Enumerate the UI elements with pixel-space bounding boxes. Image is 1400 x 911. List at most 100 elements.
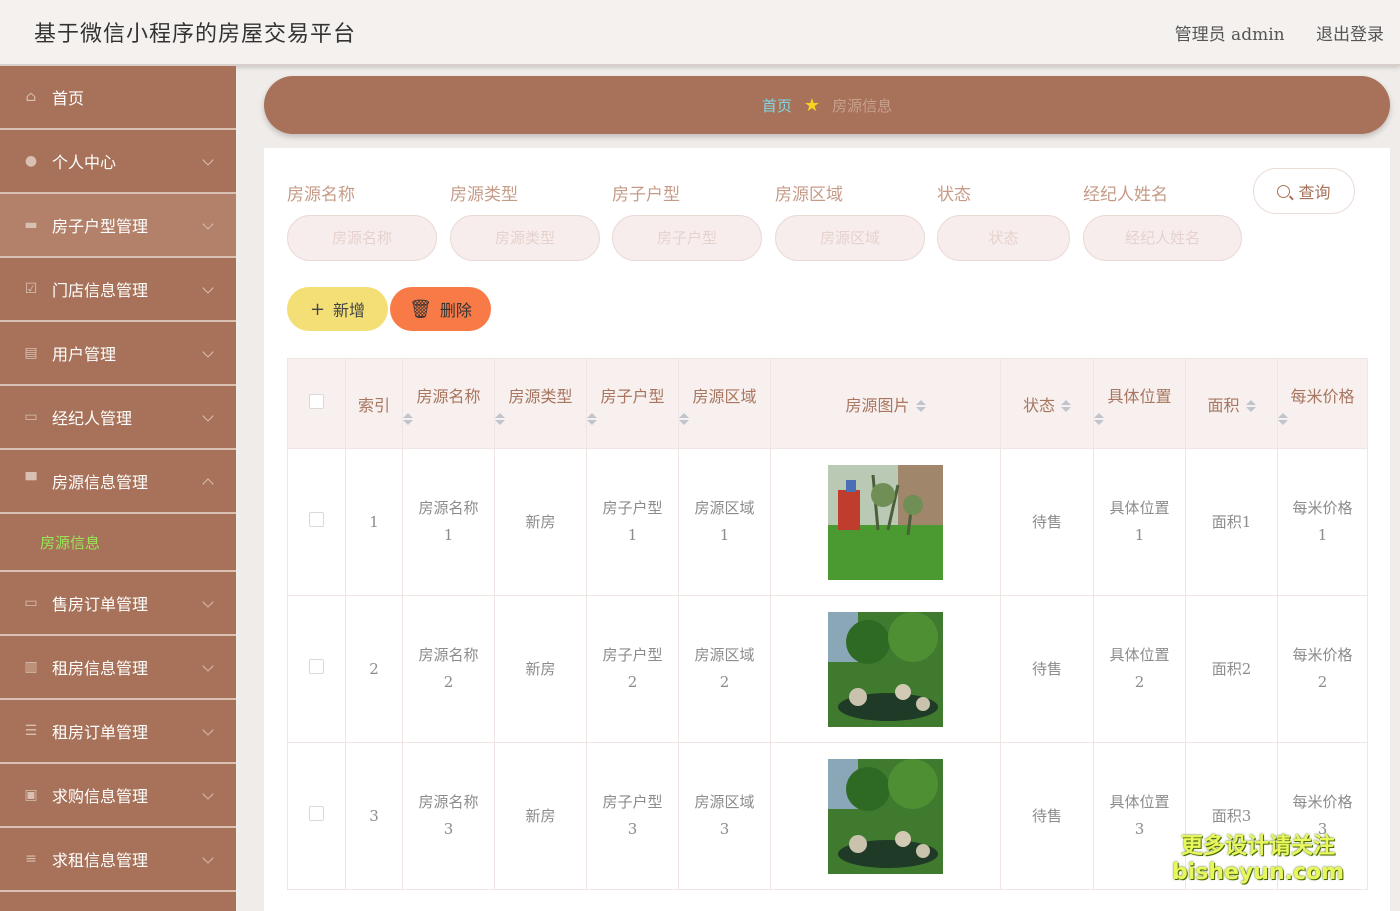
column-header-region[interactable]: 房源区域 (678, 358, 771, 449)
sort-icon[interactable] (1245, 400, 1256, 412)
sort-icon[interactable] (587, 412, 678, 425)
cell-text: 房源名称 (418, 646, 479, 664)
type-cell: 新房 (494, 595, 587, 743)
sidebar-item-label: 房子户型管理 (52, 217, 149, 236)
cell-text: 每米价格 (1292, 793, 1353, 811)
sort-icon[interactable] (915, 400, 926, 412)
cell-text: 1 (443, 526, 454, 544)
type-cell: 新房 (494, 742, 587, 890)
column-label: 面积 (1207, 395, 1240, 415)
cell-text: 2 (719, 673, 730, 691)
cell-text: 房子户型 (602, 793, 663, 811)
plus-icon: + (309, 298, 326, 320)
query-button[interactable]: 查询 (1253, 168, 1355, 214)
admin-label: 管理员 admin (1174, 25, 1285, 45)
sort-icon[interactable] (1061, 400, 1071, 412)
listing-region-input[interactable] (775, 215, 925, 261)
top-header: 基于微信小程序的房屋交易平台 管理员 admin 退出登录 (0, 0, 1400, 66)
sidebar-item-home[interactable]: ⌂ 首页 (0, 66, 236, 130)
books-icon: ▥ (24, 659, 38, 675)
breadcrumb-home[interactable]: 首页 (762, 95, 792, 116)
row-checkbox[interactable] (309, 511, 324, 527)
price-cell: 每米价格 1 (1277, 448, 1368, 596)
sidebar-item-label: 售房订单管理 (52, 595, 149, 614)
cell-text: 1 (1134, 526, 1145, 544)
add-button[interactable]: + 新增 (287, 287, 388, 331)
column-label: 房子户型 (600, 386, 665, 406)
sidebar-item-purchase-requests[interactable]: ▣ 求购信息管理 (0, 764, 236, 828)
sidebar-subitem-listing-info[interactable]: 房源信息 (0, 514, 236, 572)
cell-text: 具体位置 (1109, 793, 1170, 811)
sidebar-item-label: 用户管理 (52, 345, 117, 364)
select-all-cell (287, 358, 346, 449)
listing-image[interactable] (828, 758, 943, 874)
listing-image[interactable] (828, 464, 943, 580)
select-all-checkbox[interactable] (309, 394, 324, 409)
sort-icon[interactable] (1278, 412, 1367, 425)
agent-name-input[interactable] (1083, 215, 1242, 261)
column-label: 房源类型 (508, 386, 573, 406)
trash-icon: 🗑 (409, 298, 432, 320)
filter-label-agent: 经纪人姓名 (1083, 185, 1168, 205)
column-header-type[interactable]: 房源类型 (494, 358, 587, 449)
price-cell: 每米价格 2 (1277, 595, 1368, 743)
sidebar-item-rental-orders[interactable]: ☰ 租房订单管理 (0, 700, 236, 764)
sort-icon[interactable] (403, 412, 494, 425)
column-label: 房源图片 (845, 395, 910, 415)
row-checkbox[interactable] (309, 805, 324, 821)
cell-text: 具体位置 (1109, 499, 1170, 517)
sort-icon[interactable] (495, 412, 586, 425)
chevron-down-icon (202, 154, 214, 166)
cell-text: 房源区域 (694, 499, 755, 517)
sidebar-item-label: 租房信息管理 (52, 659, 149, 678)
layout-cell: 房子户型 2 (586, 595, 679, 743)
cell-text: 房子户型 (602, 646, 663, 664)
listing-name-input[interactable] (287, 215, 437, 261)
breadcrumb: 首页 ★ 房源信息 (264, 76, 1390, 134)
sidebar-item-agents[interactable]: ▭ 经纪人管理 (0, 386, 236, 450)
status-input[interactable] (937, 215, 1070, 261)
column-label: 每米价格 (1290, 386, 1355, 406)
chevron-up-icon (202, 478, 214, 490)
cell-text: 房源名称 (418, 499, 479, 517)
header-actions: 管理员 admin 退出登录 (1149, 20, 1384, 45)
chat-icon: ▤ (24, 345, 38, 361)
sidebar-item-listings[interactable]: ▀ 房源信息管理 (0, 450, 236, 514)
logout-link[interactable]: 退出登录 (1316, 25, 1384, 45)
delete-button[interactable]: 🗑 删除 (390, 287, 491, 331)
sidebar-item-rental-info[interactable]: ▥ 租房信息管理 (0, 636, 236, 700)
column-header-name[interactable]: 房源名称 (402, 358, 495, 449)
column-header-size[interactable]: 面积 (1185, 358, 1278, 449)
sidebar-item-label: 经纪人管理 (52, 409, 133, 428)
column-header-price[interactable]: 每米价格 (1277, 358, 1368, 449)
image-cell (770, 448, 1001, 596)
sort-icon[interactable] (1094, 412, 1185, 425)
name-cell: 房源名称 2 (402, 595, 495, 743)
presentation-icon: ▀ (25, 473, 37, 489)
sidebar-item-sale-orders[interactable]: ▭ 售房订单管理 (0, 572, 236, 636)
cell-text: 房源区域 (694, 646, 755, 664)
column-header-image[interactable]: 房源图片 (770, 358, 1001, 449)
sidebar-item-personal-center[interactable]: ● 个人中心 (0, 130, 236, 194)
house-layout-input[interactable] (612, 215, 762, 261)
column-header-layout[interactable]: 房子户型 (586, 358, 679, 449)
listing-type-input[interactable] (450, 215, 600, 261)
cell-text: 房源名称 (418, 793, 479, 811)
briefcase-icon: ▬ (24, 217, 38, 233)
row-checkbox[interactable] (309, 658, 324, 674)
index-cell: 2 (345, 595, 403, 743)
listing-image[interactable] (828, 611, 943, 727)
sort-icon[interactable] (679, 412, 770, 425)
column-header-status[interactable]: 状态 (1000, 358, 1094, 449)
sidebar-item-store-info[interactable]: ☑ 门店信息管理 (0, 258, 236, 322)
sidebar-item-users[interactable]: ▤ 用户管理 (0, 322, 236, 386)
sidebar-item-house-type[interactable]: ▬ 房子户型管理 (0, 194, 236, 258)
sidebar-item-rent-requests[interactable]: ≡ 求租信息管理 (0, 828, 236, 892)
chevron-down-icon (202, 596, 214, 608)
check-square-icon: ☑ (24, 281, 38, 297)
chevron-down-icon (202, 410, 214, 422)
sidebar: ⌂ 首页 ● 个人中心 ▬ 房子户型管理 ☑ 门店信息管理 ▤ 用户管理 ▭ 经… (0, 66, 236, 911)
column-header-location[interactable]: 具体位置 (1093, 358, 1186, 449)
cell-text: 房源区域 (694, 793, 755, 811)
layout-cell: 房子户型 3 (586, 742, 679, 890)
